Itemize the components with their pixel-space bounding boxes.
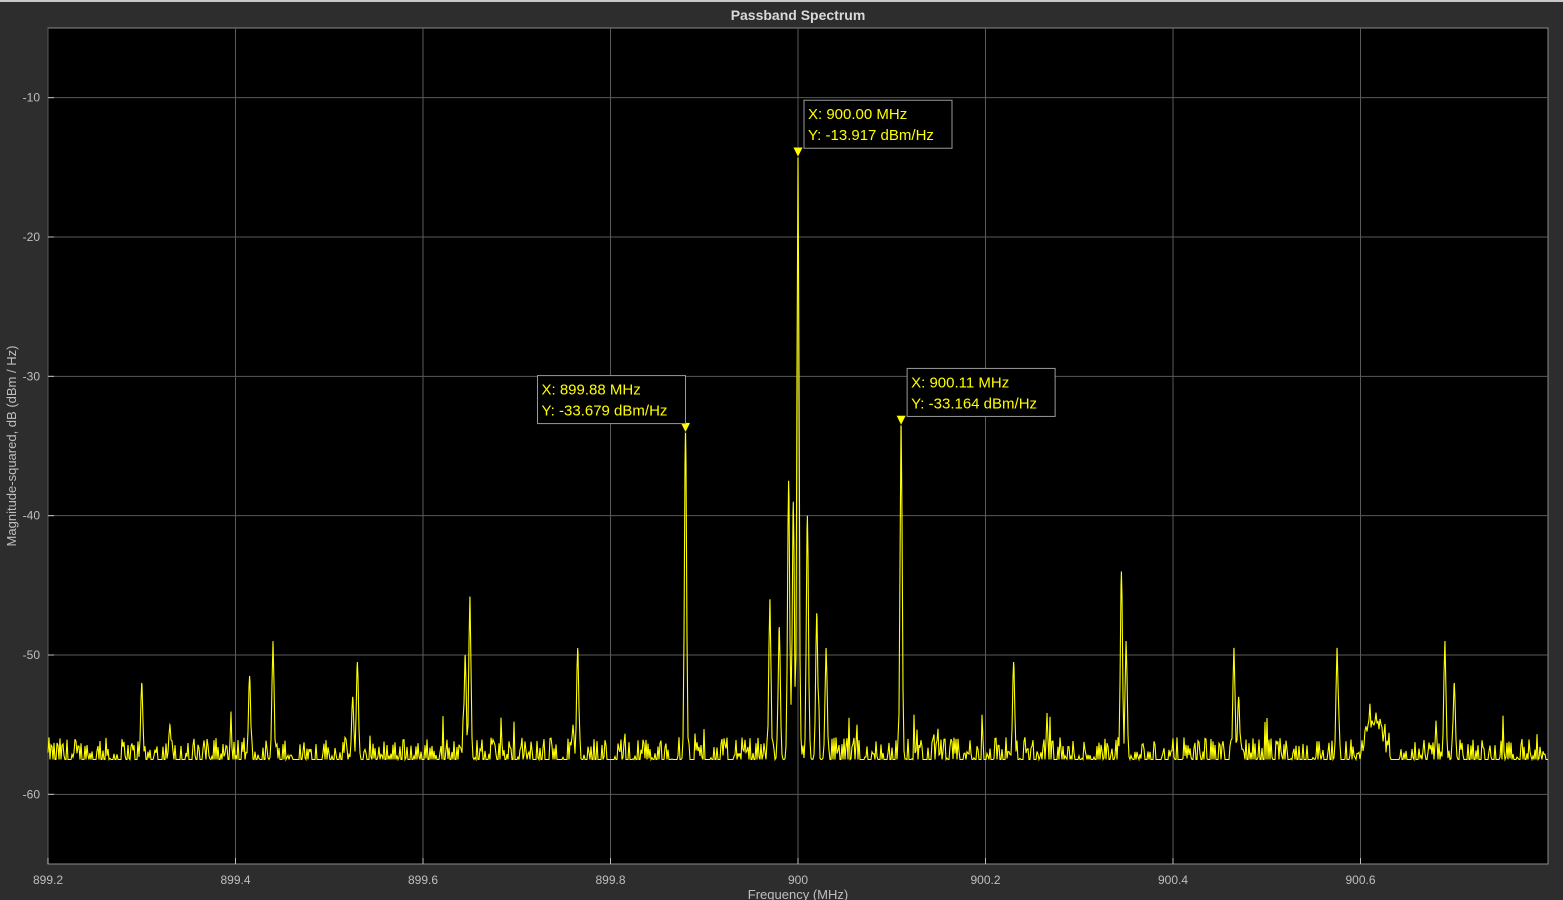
- y-tick-label: -10: [23, 91, 41, 105]
- x-tick-label: 899.8: [595, 873, 625, 887]
- datatip-y-label: Y: -33.679 dBm/Hz: [542, 403, 668, 420]
- y-tick-label: -30: [23, 369, 41, 383]
- x-tick-label: 899.2: [33, 873, 63, 887]
- x-tick-label: 899.6: [408, 873, 438, 887]
- y-tick-label: -40: [23, 509, 41, 523]
- x-tick-label: 900.4: [1158, 873, 1188, 887]
- x-axis-label: Frequency (MHz): [748, 887, 848, 900]
- y-tick-label: -20: [23, 230, 41, 244]
- x-tick-label: 900.2: [970, 873, 1000, 887]
- spectrum-chart: Passband Spectrum 899.2 899.4 899.6 899.8 90…: [4, 7, 1549, 900]
- datatip-y-label: Y: -33.164 dBm/Hz: [911, 395, 1037, 412]
- datatip-x-label: X: 899.88 MHz: [542, 382, 641, 399]
- datatip: X: 900.11 MHz Y: -33.164 dBm/Hz: [895, 367, 1056, 427]
- y-axis-label: Magnitude-squared, dB (dBm / Hz): [4, 346, 19, 547]
- datatip: X: 899.88 MHz Y: -33.679 dBm/Hz: [537, 375, 691, 434]
- y-tick-label: -60: [23, 787, 41, 801]
- y-tick-label: -50: [23, 648, 41, 662]
- datatip-x-label: X: 900.11 MHz: [911, 374, 1009, 391]
- x-tick-label: 900.6: [1345, 873, 1375, 887]
- x-tick-label: 900: [788, 873, 808, 887]
- datatip: X: 900.00 MHz Y: -13.917 dBm/Hz: [792, 99, 953, 158]
- figure-window: Passband Spectrum 899.2 899.4 899.6 899.8 90…: [0, 0, 1563, 900]
- chart-title: Passband Spectrum: [731, 7, 866, 23]
- x-tick-label: 899.4: [220, 873, 250, 887]
- datatip-y-label: Y: -13.917 dBm/Hz: [808, 127, 934, 144]
- datatip-x-label: X: 900.00 MHz: [808, 106, 907, 123]
